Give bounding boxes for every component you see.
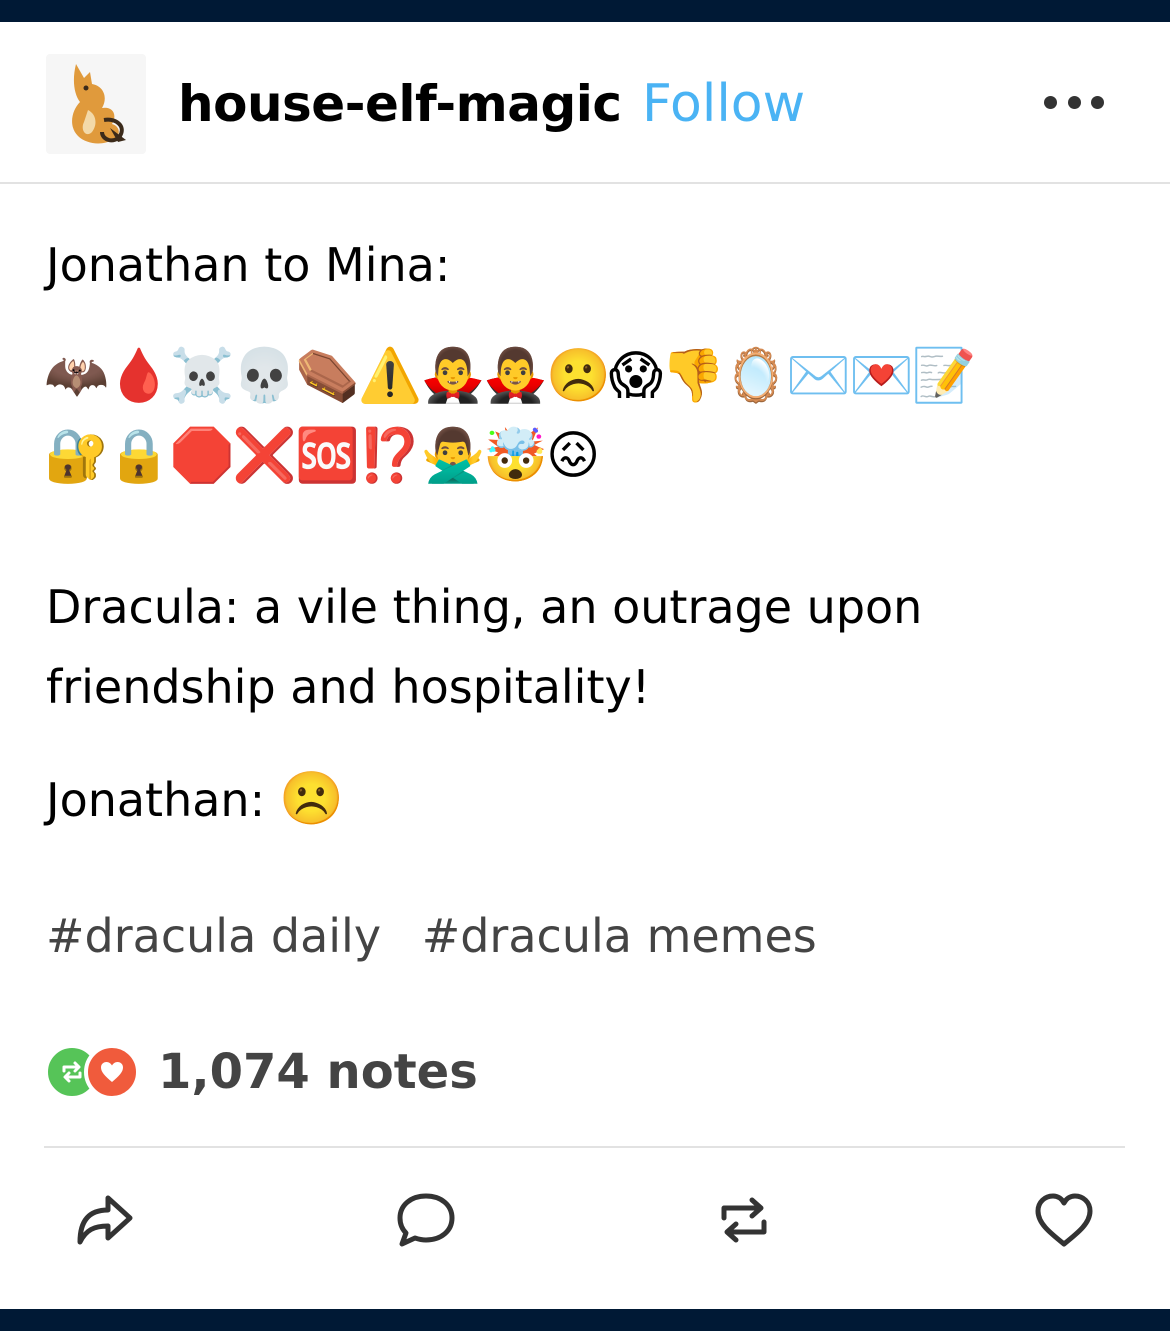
reply-icon[interactable] <box>394 1188 458 1252</box>
heart-icon[interactable] <box>1032 1188 1096 1252</box>
reblog-icon[interactable] <box>712 1188 776 1252</box>
frowning-face-emoji: ☹️ <box>279 769 344 829</box>
more-icon[interactable] <box>1044 84 1104 120</box>
post-text-line: friendship and hospitality! <box>46 660 651 714</box>
emoji-row: 🦇🩸☠️💀⚰️⚠️🧛‍♂️🧛‍♂️☹️😱👎🪞✉️💌📝 <box>44 346 977 406</box>
more-dot <box>1067 95 1081 109</box>
tag-link[interactable]: #dracula daily <box>46 909 381 963</box>
post-text-line: Jonathan to Mina: <box>46 238 451 292</box>
bottom-bar <box>0 1309 1170 1331</box>
more-dot <box>1044 95 1057 109</box>
notes-count: 1,074 notes <box>158 1044 478 1100</box>
emoji-row: 🔐🔒🛑❌🆘⁉️🙅‍♂️🤯😖 <box>44 426 600 486</box>
fox-avatar[interactable] <box>46 54 146 154</box>
top-bar <box>0 0 1170 22</box>
follow-button[interactable]: Follow <box>642 74 805 134</box>
post-text-line: Jonathan: ☹️ <box>46 770 344 829</box>
tag-list: #dracula daily #dracula memes <box>46 906 843 966</box>
divider <box>44 1146 1125 1148</box>
like-note-icon <box>84 1044 140 1100</box>
more-dot <box>1091 95 1104 109</box>
notes-summary[interactable]: 1,074 notes <box>44 1040 478 1104</box>
share-icon[interactable] <box>72 1188 136 1252</box>
post-text-line: Dracula: a vile thing, an outrage upon <box>46 580 923 634</box>
speaker-label: Jonathan: <box>46 773 266 827</box>
post-header: house-elf-magic Follow <box>0 22 1170 184</box>
tag-link[interactable]: #dracula memes <box>422 909 817 963</box>
blog-name[interactable]: house-elf-magic <box>178 74 622 134</box>
